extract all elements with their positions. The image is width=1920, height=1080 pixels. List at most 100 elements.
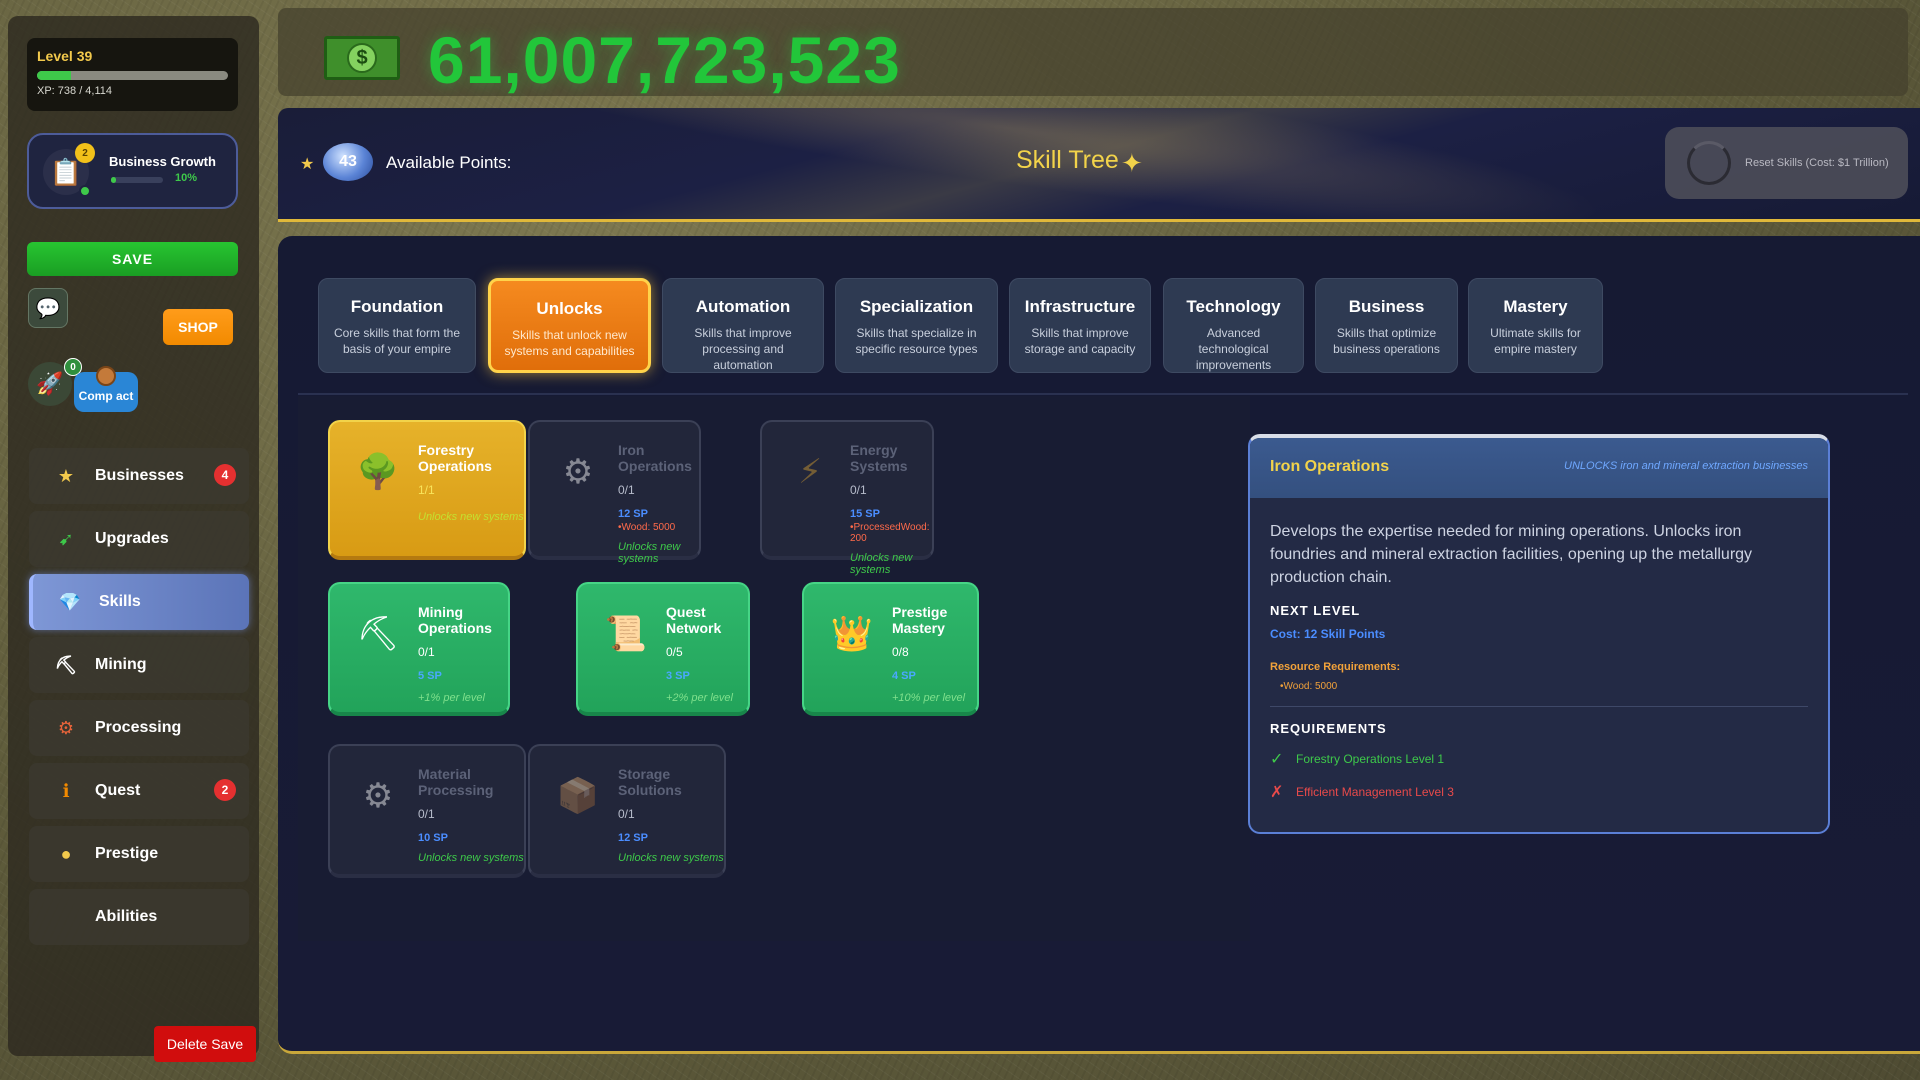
requirements-list: ✓ Forestry Operations Level 1 ✗ Efficient M…: [1270, 749, 1808, 802]
shop-button[interactable]: SHOP: [163, 309, 233, 345]
skill-card-mining-operations[interactable]: ⛏ Mining Operations 0/1 5 SP +1% per level: [328, 582, 510, 716]
tab-unlocks[interactable]: Unlocks Skills that unlock new systems an…: [488, 278, 651, 373]
resource-requirement-item: •Wood: 5000: [1280, 681, 1338, 692]
available-points-label: Available Points:: [386, 153, 512, 172]
gear-icon: ⚙: [57, 717, 75, 738]
skill-card-prestige-mastery[interactable]: 👑 Prestige Mastery 0/8 4 SP +10% per level: [802, 582, 979, 716]
detail-header: Iron Operations UNLOCKS iron and mineral…: [1250, 438, 1828, 498]
skill-effect: +2% per level: [666, 692, 733, 704]
processing-icon: ⚙: [362, 777, 394, 815]
sidebar-item-quest[interactable]: ℹ Quest 2: [29, 763, 249, 819]
tab-title: Mastery: [1503, 297, 1568, 316]
divider: [1270, 706, 1808, 707]
level-label: Level 39: [37, 48, 93, 64]
skill-cost: 3 SP: [666, 670, 690, 682]
tab-mastery[interactable]: Mastery Ultimate skills for empire master…: [1468, 278, 1603, 373]
skill-level: 0/5: [666, 645, 683, 659]
tab-description: Skills that optimize business operations: [1333, 326, 1440, 356]
tab-description: Ultimate skills for empire mastery: [1490, 326, 1581, 356]
skill-card-storage-solutions[interactable]: 📦 Storage Solutions 0/1 12 SP Unlocks new sy…: [528, 744, 726, 878]
sidebar-item-label: Prestige: [95, 845, 159, 862]
sidebar-item-label: Upgrades: [95, 530, 169, 547]
notification-badge: 2: [214, 779, 236, 801]
tab-specialization[interactable]: Specialization Skills that specialize in …: [835, 278, 998, 373]
sidebar: Level 39 XP: 738 / 4,114 📋 2 Business Gr…: [8, 16, 259, 1062]
cross-icon: ✗: [1270, 784, 1284, 801]
info-icon: ℹ: [62, 780, 70, 801]
compact-button[interactable]: Comp act: [74, 366, 138, 412]
business-growth-panel[interactable]: 📋 2 Business Growth 10%: [27, 133, 238, 209]
sidebar-item-skills[interactable]: 💎 Skills: [29, 574, 249, 630]
skill-cost: Cost: 12 Skill Points: [1270, 627, 1386, 641]
star-icon: ★: [300, 156, 315, 173]
tab-description: Skills that improve processing and autom…: [694, 326, 792, 372]
skill-cost: 12 SP: [618, 832, 648, 844]
skill-name: Quest Network: [666, 604, 722, 636]
requirement-text: Forestry Operations Level 1: [1296, 752, 1445, 766]
skill-effect: Unlocks new systems: [418, 511, 524, 523]
tab-business[interactable]: Business Skills that optimize business op…: [1315, 278, 1458, 373]
skill-detail-panel: Iron Operations UNLOCKS iron and mineral…: [1248, 434, 1830, 834]
reset-skills-label: Reset Skills (Cost: $1 Trillion): [1745, 157, 1889, 169]
delete-save-button[interactable]: Delete Save: [154, 1026, 256, 1062]
growth-bar-fill: [111, 177, 117, 183]
skill-card-material-processing[interactable]: ⚙ Material Processing 0/1 10 SP Unlocks new …: [328, 744, 526, 878]
status-dot: [79, 185, 91, 197]
sidebar-item-upgrades[interactable]: ➹ Upgrades: [29, 511, 249, 567]
skill-effect: +10% per level: [892, 692, 966, 704]
tab-technology[interactable]: Technology Advanced technological improve…: [1163, 278, 1304, 373]
xp-bar: [37, 71, 228, 80]
level-panel: Level 39 XP: 738 / 4,114: [27, 38, 238, 111]
skill-effect: Unlocks new systems: [618, 541, 681, 565]
detail-description: Develops the expertise needed for mining…: [1270, 523, 1753, 586]
available-points-orb: 43: [323, 143, 373, 181]
crown-emblem-icon: 👑: [830, 615, 874, 653]
dollar-bill-icon: $: [324, 36, 400, 80]
skill-name: Storage Solutions: [618, 766, 682, 798]
tab-title: Technology: [1186, 297, 1281, 316]
sidebar-item-abilities[interactable]: Abilities: [29, 889, 249, 945]
money-amount: 61,007,723,523: [428, 23, 901, 97]
skill-level: 0/1: [618, 483, 635, 497]
skill-cost: 15 SP: [850, 508, 880, 520]
next-level-heading: NEXT LEVEL: [1270, 603, 1361, 618]
chat-icon[interactable]: 💬: [28, 288, 68, 328]
skill-effect: Unlocks new systems: [850, 552, 913, 576]
skill-card-quest-network[interactable]: 📜 Quest Network 0/5 3 SP +2% per level: [576, 582, 750, 716]
skill-card-iron-operations[interactable]: ⚙ Iron Operations 0/1 12 SP •Wood: 5000 Unloc…: [528, 420, 701, 565]
sidebar-item-businesses[interactable]: ★ Businesses 4: [29, 448, 249, 504]
sidebar-item-mining[interactable]: ⛏ Mining: [29, 637, 249, 693]
money-bar: $ 61,007,723,523: [278, 8, 1908, 97]
detail-tag: UNLOCKS iron and mineral extraction busi…: [1564, 460, 1808, 472]
skill-card-forestry-operations[interactable]: 🌳 Forestry Operations 1/1 Unlocks new syste…: [328, 420, 526, 560]
upgrade-arrow-icon: ➹: [58, 528, 74, 549]
sidebar-item-processing[interactable]: ⚙ Processing: [29, 700, 249, 756]
sidebar-item-prestige[interactable]: ● Prestige: [29, 826, 249, 882]
tab-title: Automation: [695, 297, 791, 316]
tab-foundation[interactable]: Foundation Core skills that form the basi…: [318, 278, 476, 373]
mining-cart-icon: ⛏: [54, 654, 78, 675]
xp-bar-fill: [37, 71, 72, 80]
storage-crate-icon: 📦: [556, 777, 600, 815]
clipboard-icon: 📋 2: [43, 143, 95, 197]
skill-name: Prestige Mastery: [892, 604, 948, 636]
diamond-icon: 💎: [58, 591, 82, 612]
skill-requirement: •Wood: 5000: [618, 522, 676, 533]
tab-title: Business: [1348, 297, 1425, 316]
requirement-text: Efficient Management Level 3: [1296, 785, 1454, 799]
sidebar-item-label: Skills: [99, 593, 141, 610]
skill-card-energy-systems[interactable]: ⚡ Energy Systems 0/1 15 SP •ProcessedWood: 2…: [760, 420, 934, 576]
resource-requirements-label: Resource Requirements:: [1270, 661, 1401, 673]
skill-level: 0/1: [850, 483, 867, 497]
tab-description: Skills that unlock new systems and capab…: [504, 328, 635, 358]
reset-icon: [1687, 141, 1731, 185]
tab-automation[interactable]: Automation Skills that improve processing…: [662, 278, 824, 373]
sidebar-item-label: Processing: [95, 719, 182, 736]
growth-bar: [111, 177, 163, 183]
reset-skills-button[interactable]: Reset Skills (Cost: $1 Trillion): [1665, 127, 1908, 199]
tab-infrastructure[interactable]: Infrastructure Skills that improve storag…: [1009, 278, 1151, 373]
scroll-icon: 📜: [604, 615, 648, 653]
save-button[interactable]: SAVE: [27, 242, 238, 276]
skill-grid: 🌳 Forestry Operations 1/1 Unlocks new syste…: [298, 396, 1250, 941]
skill-name: Material Processing: [418, 766, 494, 798]
